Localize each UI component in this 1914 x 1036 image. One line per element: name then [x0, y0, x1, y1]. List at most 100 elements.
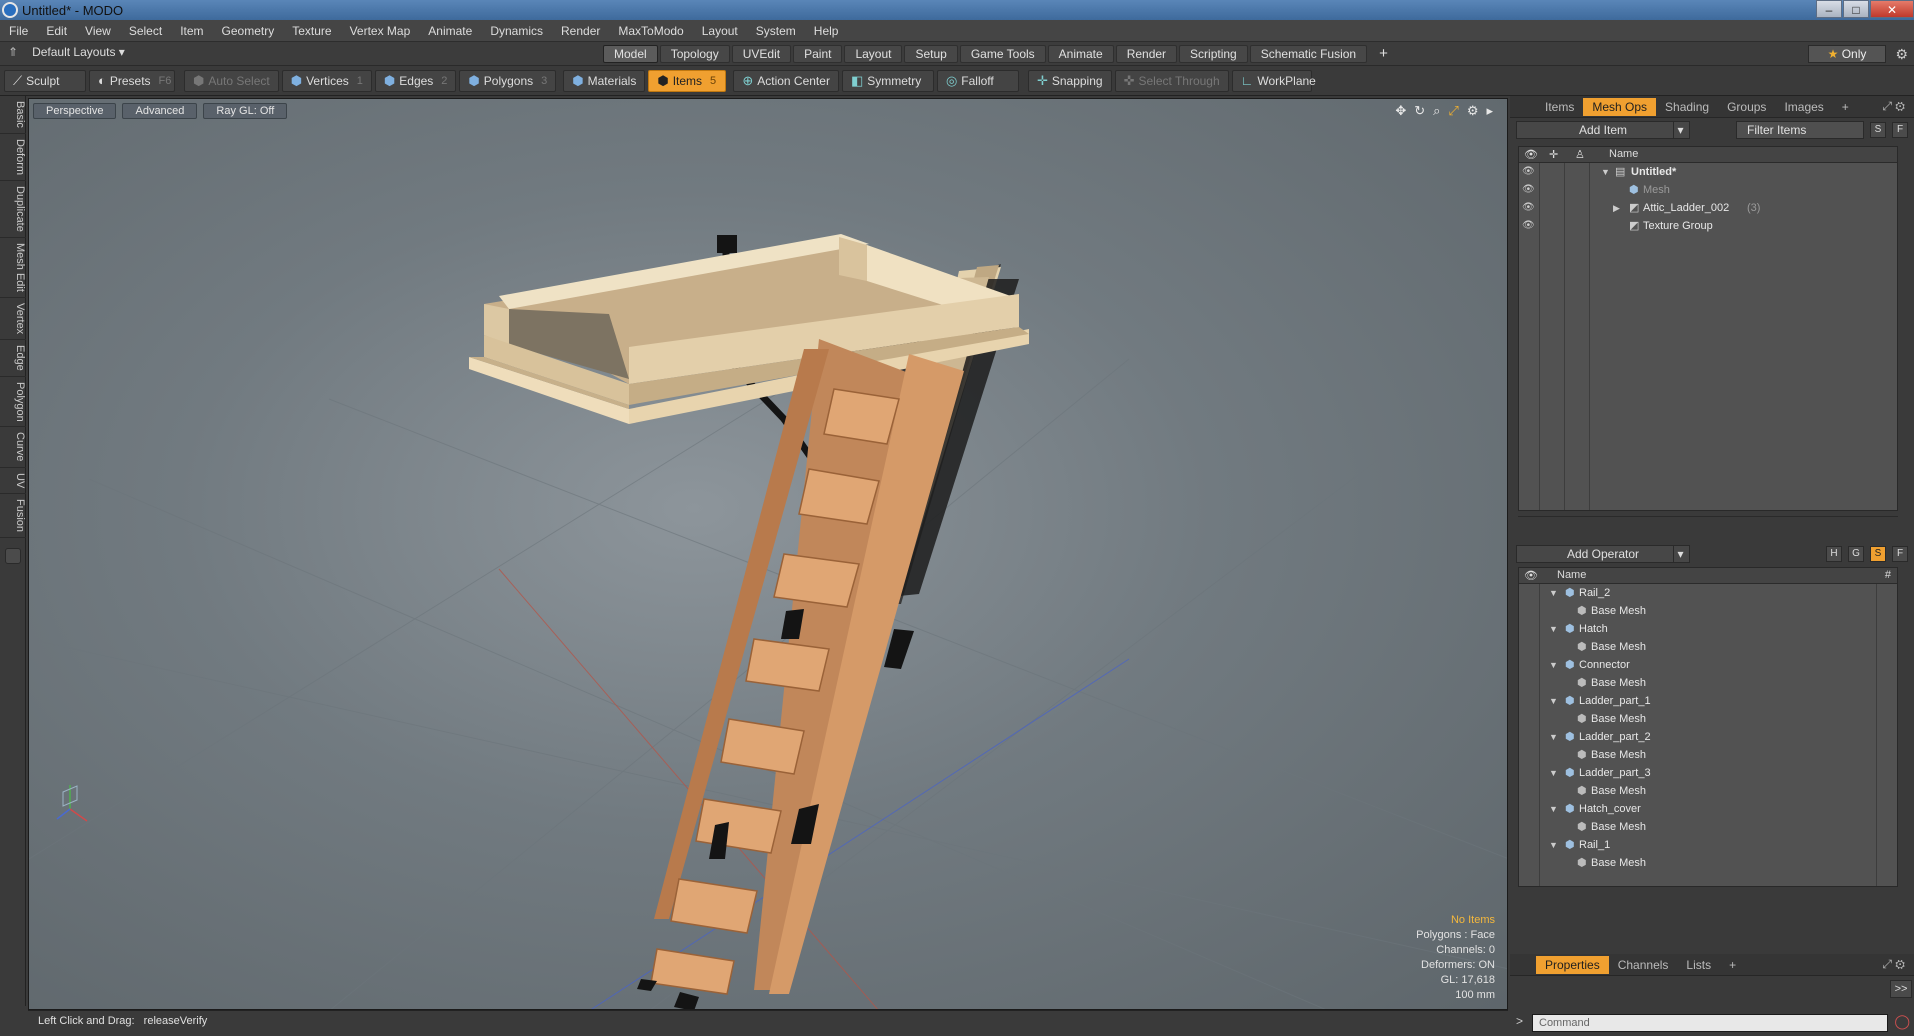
select-through-button[interactable]: ✜ Select Through [1114, 69, 1229, 92]
menu-geometry[interactable]: Geometry [213, 24, 284, 38]
vtab-deform[interactable]: Deform [0, 134, 26, 181]
tab-setup[interactable]: Setup [904, 45, 958, 63]
meshop-row[interactable]: ▼ ⬢ Hatch [1519, 620, 1897, 638]
meshop-row[interactable]: ▼ ⬢ Rail_2 [1519, 584, 1897, 602]
meshop-row[interactable]: ▼ ⬢ Hatch_cover [1519, 800, 1897, 818]
tab-paint[interactable]: Paint [793, 45, 843, 63]
tab-animate[interactable]: Animate [1047, 45, 1114, 63]
minimize-icon[interactable]: – [1816, 0, 1842, 18]
expand-icon[interactable]: ▶ [1613, 199, 1620, 217]
menu-render[interactable]: Render [552, 24, 609, 38]
meshop-child-row[interactable]: ⬢ Base Mesh [1519, 674, 1897, 692]
sculpt-button[interactable]: ⟋ Sculpt [4, 69, 86, 92]
panel-expand-icon[interactable]: ⤢ ⚙ [1873, 97, 1914, 116]
eye-icon[interactable]: 👁 [1522, 199, 1535, 217]
viewport-view-button[interactable]: Perspective [33, 103, 117, 119]
add-tab-button[interactable]: + [1369, 45, 1398, 63]
default-layouts-dropdown[interactable]: ⇑ Default Layouts ▾ [8, 45, 125, 59]
command-input[interactable]: Command [1532, 1014, 1888, 1032]
tree-row-scene[interactable]: 👁 ▼ ▤ Untitled* [1519, 163, 1897, 181]
items-button[interactable]: ⬢ Items 5 [648, 69, 727, 92]
tab-layout[interactable]: Layout [844, 45, 903, 63]
meshop-row[interactable]: ▼ ⬢ Ladder_part_2 [1519, 728, 1897, 746]
maximize-icon[interactable]: □ [1843, 0, 1869, 18]
tab-images[interactable]: Images [1775, 98, 1832, 116]
action-center-button[interactable]: ⊕ Action Center [733, 69, 839, 92]
meshop-child-row[interactable]: ⬢ Base Mesh [1519, 818, 1897, 836]
meshop-row[interactable]: ▼ ⬢ Ladder_part_1 [1519, 692, 1897, 710]
tab-items[interactable]: Items [1536, 98, 1583, 116]
menu-animate[interactable]: Animate [419, 24, 481, 38]
eye-icon[interactable]: 👁 [1522, 181, 1535, 199]
menu-vertex-map[interactable]: Vertex Map [341, 24, 420, 38]
edges-button[interactable]: ⬢ Edges 2 [374, 69, 457, 92]
meshop-child-row[interactable]: ⬢ Base Mesh [1519, 746, 1897, 764]
panel-splitter[interactable] [1518, 516, 1898, 528]
pan-icon[interactable]: ✥ [1395, 103, 1406, 119]
add-properties-tab-icon[interactable]: + [1720, 956, 1745, 974]
vtab-polygon[interactable]: Polygon [0, 377, 26, 428]
menu-help[interactable]: Help [805, 24, 848, 38]
meshop-child-row[interactable]: ⬢ Base Mesh [1519, 782, 1897, 800]
viewport-gear-icon[interactable]: ⚙ [1467, 103, 1479, 119]
menu-select[interactable]: Select [120, 24, 171, 38]
command-stop-icon[interactable]: ◯ [1894, 1013, 1910, 1030]
collapse-icon[interactable]: ▼ [1601, 163, 1610, 181]
tab-groups[interactable]: Groups [1718, 98, 1775, 116]
viewport-menu-icon[interactable]: ▸ [1486, 103, 1493, 119]
viewport-mode-button[interactable]: Advanced [122, 103, 198, 119]
vtab-fusion[interactable]: Fusion [0, 494, 26, 539]
menu-maxtomodo[interactable]: MaxToModo [609, 24, 692, 38]
menu-dynamics[interactable]: Dynamics [481, 24, 552, 38]
meshop-row[interactable]: ▼ ⬢ Rail_1 [1519, 836, 1897, 854]
filter-g-button[interactable]: G [1848, 546, 1864, 562]
vtab-basic[interactable]: Basic [0, 96, 26, 134]
menu-system[interactable]: System [747, 24, 805, 38]
menu-view[interactable]: View [76, 24, 120, 38]
vtab-duplicate[interactable]: Duplicate [0, 181, 26, 238]
add-panel-tab-icon[interactable]: + [1833, 98, 1858, 116]
tree-row-texture-group[interactable]: 👁 ◩ Texture Group [1519, 217, 1897, 235]
menu-item[interactable]: Item [171, 24, 212, 38]
vtab-mesh-edit[interactable]: Mesh Edit [0, 238, 26, 298]
eye-icon[interactable]: 👁 [1522, 163, 1535, 181]
vtab-edge[interactable]: Edge [0, 340, 26, 377]
meshop-child-row[interactable]: ⬢ Base Mesh [1519, 854, 1897, 872]
tab-uvedit[interactable]: UVEdit [731, 45, 792, 63]
presets-button[interactable]: ◐ Presets F6 [89, 69, 175, 92]
collapse-icon[interactable]: ▼ [1549, 620, 1558, 638]
tab-scripting[interactable]: Scripting [1179, 45, 1248, 63]
meshop-row[interactable]: ▼ ⬢ Connector [1519, 656, 1897, 674]
strip-toggle-button[interactable] [4, 548, 21, 565]
tab-schematic-fusion[interactable]: Schematic Fusion [1249, 45, 1368, 63]
polygons-button[interactable]: ⬢ Polygons 3 [459, 69, 557, 92]
collapse-icon[interactable]: ▼ [1549, 656, 1558, 674]
collapse-icon[interactable]: ▼ [1549, 764, 1558, 782]
vertices-button[interactable]: ⬢ Vertices 1 [281, 69, 372, 92]
fit-icon[interactable]: ⤢ [1448, 103, 1458, 119]
tab-game-tools[interactable]: Game Tools [959, 45, 1046, 63]
zoom-icon[interactable]: ⌕ [1433, 103, 1440, 119]
rotate-icon[interactable]: ↻ [1414, 103, 1425, 119]
properties-expand-icon[interactable]: ⤢ ⚙ [1873, 955, 1914, 974]
tab-shading[interactable]: Shading [1656, 98, 1718, 116]
collapse-icon[interactable]: ▼ [1549, 800, 1558, 818]
materials-button[interactable]: ⬢ Materials [563, 69, 646, 92]
tab-render[interactable]: Render [1115, 45, 1178, 63]
menu-texture[interactable]: Texture [283, 24, 340, 38]
collapse-icon[interactable]: ▼ [1549, 836, 1558, 854]
meshop-child-row[interactable]: ⬢ Base Mesh [1519, 602, 1897, 620]
eye-icon[interactable]: 👁 [1522, 217, 1535, 235]
tab-channels[interactable]: Channels [1609, 956, 1678, 974]
snapping-button[interactable]: ✛ Snapping [1027, 69, 1112, 92]
menu-edit[interactable]: Edit [37, 24, 76, 38]
expand-command-button[interactable]: >> [1890, 980, 1912, 998]
meshop-child-row[interactable]: ⬢ Base Mesh [1519, 638, 1897, 656]
tab-mesh-ops[interactable]: Mesh Ops [1583, 97, 1657, 116]
only-button[interactable]: ★ Only [1808, 45, 1886, 63]
filter-f2-button[interactable]: F [1892, 546, 1908, 562]
filter-items-field[interactable]: Filter Items [1736, 121, 1864, 139]
filter-h-button[interactable]: H [1826, 546, 1842, 562]
collapse-icon[interactable]: ▼ [1549, 692, 1558, 710]
symmetry-button[interactable]: ◧ Symmetry [841, 69, 934, 92]
